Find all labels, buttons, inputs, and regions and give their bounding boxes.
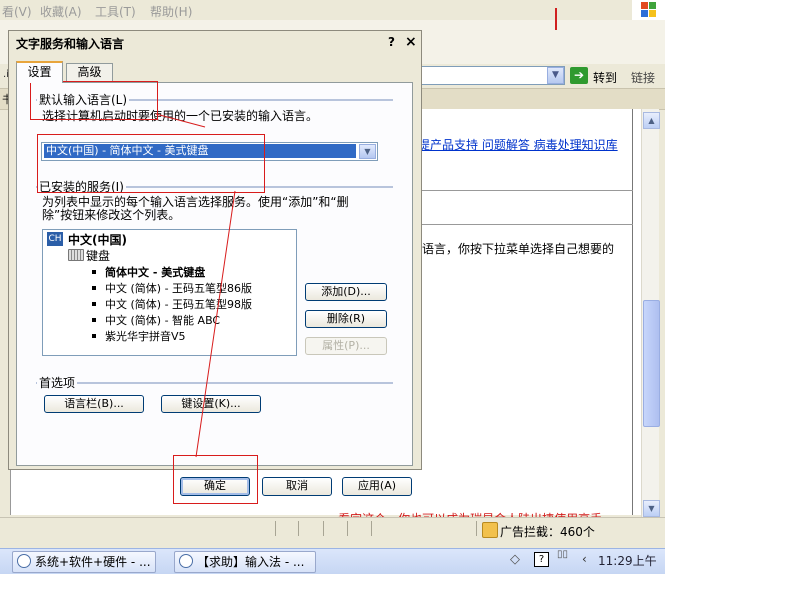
- content-rule: [415, 190, 633, 191]
- tray-network-icon[interactable]: ▯▯: [557, 549, 568, 560]
- bullet-icon: [92, 270, 96, 274]
- address-input[interactable]: [410, 66, 565, 85]
- links-button[interactable]: 链接: [631, 69, 655, 86]
- status-divider: [371, 521, 372, 536]
- tree-item-service[interactable]: 中文 (简体) - 智能 ABC: [92, 312, 220, 328]
- task-label: 【求助】输入法 - ...: [197, 555, 305, 569]
- tree-item-chinese[interactable]: 中文(中国): [68, 231, 127, 248]
- add-button[interactable]: 添加(D)...: [305, 283, 387, 301]
- go-button[interactable]: 转到: [593, 69, 617, 86]
- scroll-down-icon[interactable]: ▼: [643, 500, 660, 517]
- tree-item-label: 紫光华宇拼音V5: [105, 330, 186, 343]
- menu-tools[interactable]: 工具(T): [95, 3, 136, 20]
- annotation-box: [37, 134, 265, 193]
- tab-advanced[interactable]: 高级: [66, 63, 113, 82]
- preferences-label: 首选项: [37, 374, 78, 391]
- annotation-box: [173, 455, 258, 504]
- bullet-icon: [92, 302, 96, 306]
- page-links[interactable]: 提产品支持 问题解答 病毒处理知识库: [418, 136, 618, 153]
- tree-item-service[interactable]: 中文 (简体) - 王码五笔型98版: [92, 296, 252, 312]
- keyboard-icon: [68, 249, 84, 261]
- tree-item-service[interactable]: 简体中文 - 美式键盘: [92, 264, 205, 280]
- ie-icon: [179, 554, 193, 568]
- status-divider: [275, 521, 276, 536]
- windows-logo: [632, 0, 665, 20]
- help-button[interactable]: ?: [388, 35, 395, 49]
- scroll-up-icon[interactable]: ▲: [643, 112, 660, 129]
- cancel-button[interactable]: 取消: [262, 477, 332, 496]
- tree-item-label: 中文 (简体) - 王码五笔型86版: [105, 282, 253, 295]
- red-cursor-mark: [555, 8, 557, 30]
- menu-favorites[interactable]: 收藏(A): [40, 3, 82, 20]
- task-label: 系统+软件+硬件 - ...: [35, 555, 151, 569]
- page-body-text: 语言，你按下拉菜单选择自己想要的: [422, 242, 615, 256]
- taskbar-button-system[interactable]: 系统+软件+硬件 - ...: [12, 551, 156, 573]
- adblock-count: 广告拦截：460个: [500, 525, 595, 539]
- status-divider: [298, 521, 299, 536]
- tab-settings[interactable]: 设置: [16, 61, 63, 83]
- tree-item-label: 中文 (简体) - 王码五笔型98版: [105, 298, 253, 311]
- content-divider: [632, 109, 633, 515]
- group-line: [36, 382, 393, 384]
- bullet-icon: [92, 286, 96, 290]
- windows-flag-icon: [641, 2, 656, 17]
- language-badge-icon: CH: [47, 232, 63, 246]
- menu-help[interactable]: 帮助(H): [150, 3, 192, 20]
- tray-clock: 11:29上午: [598, 554, 657, 568]
- tree-item-label: 中文 (简体) - 智能 ABC: [105, 314, 221, 327]
- tree-item-keyboard[interactable]: 键盘: [86, 247, 110, 264]
- close-button[interactable]: ×: [405, 34, 417, 50]
- tree-item-service[interactable]: 中文 (简体) - 王码五笔型86版: [92, 280, 252, 296]
- tray-help-icon[interactable]: ?: [534, 552, 549, 567]
- chevron-down-icon[interactable]: ▼: [359, 144, 376, 159]
- tree-item-label: 简体中文 - 美式键盘: [105, 266, 206, 279]
- browser-menubar: 看(V) 收藏(A) 工具(T) 帮助(H): [0, 0, 632, 20]
- go-arrow-icon[interactable]: ➔: [570, 67, 588, 84]
- apply-button[interactable]: 应用(A): [342, 477, 412, 496]
- status-divider: [347, 521, 348, 536]
- menu-view[interactable]: 看(V): [2, 3, 32, 20]
- taskbar-button-help[interactable]: 【求助】输入法 - ...: [174, 551, 316, 573]
- tray-tag-icon[interactable]: ◇: [510, 552, 520, 567]
- remove-button[interactable]: 删除(R): [305, 310, 387, 328]
- ie-icon: [17, 554, 31, 568]
- annotation-box: [30, 81, 158, 120]
- key-settings-button[interactable]: 键设置(K)...: [161, 395, 261, 413]
- adblock-icon[interactable]: [482, 522, 498, 538]
- bullet-icon: [92, 334, 96, 338]
- installed-services-desc: 除”按钮来修改这个列表。: [42, 208, 181, 222]
- status-divider: [323, 521, 324, 536]
- properties-button[interactable]: 属性(P)...: [305, 337, 387, 355]
- address-dropdown-icon[interactable]: ▼: [547, 67, 564, 84]
- scroll-thumb[interactable]: [643, 300, 660, 427]
- status-divider: [476, 521, 477, 536]
- bullet-icon: [92, 318, 96, 322]
- language-bar-button[interactable]: 语言栏(B)...: [44, 395, 144, 413]
- tree-item-service[interactable]: 紫光华宇拼音V5: [92, 328, 186, 344]
- content-rule: [415, 224, 633, 225]
- dialog-title: 文字服务和输入语言: [16, 37, 125, 51]
- tray-expand-icon[interactable]: ‹: [582, 552, 587, 566]
